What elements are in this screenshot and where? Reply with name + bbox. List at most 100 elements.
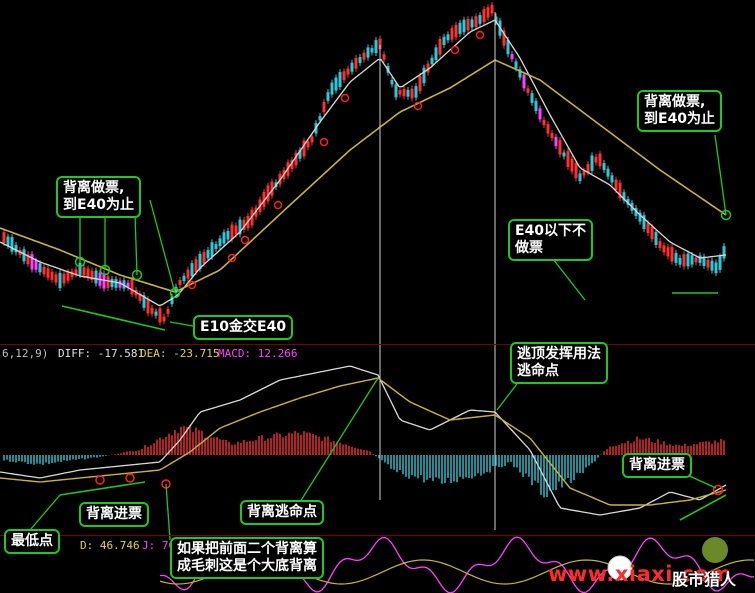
price-candle-body: [382, 54, 386, 60]
price-candle-body: [342, 71, 346, 81]
price-candle-body: [718, 256, 722, 270]
price-candle-body: [690, 255, 694, 265]
callout-pointer: [714, 134, 727, 216]
price-candle-body: [42, 266, 46, 275]
price-candle-body: [146, 298, 150, 314]
price-candle-body: [402, 88, 406, 97]
dea-label: DEA: -23.715: [140, 347, 220, 360]
price-candle-body: [58, 272, 62, 289]
price-candle-body: [714, 262, 718, 274]
callout-pointer: [29, 494, 61, 531]
price-candle-body: [678, 257, 682, 265]
price-candle-body: [218, 238, 222, 247]
price-candle-body: [86, 268, 90, 278]
price-marker: [340, 93, 350, 103]
price-candle-body: [682, 254, 686, 267]
price-candle-body: [14, 244, 18, 253]
price-candle-body: [522, 74, 526, 89]
price-candle-body: [454, 24, 458, 38]
price-candle-body: [466, 18, 470, 31]
price-candle-body: [546, 124, 550, 134]
macd-params-label: 6,12,9): [2, 347, 49, 360]
price-candle-body: [434, 47, 438, 61]
price-candle-body: [490, 4, 494, 14]
price-candle-body: [178, 279, 182, 286]
price-candle-body: [406, 89, 410, 97]
price-candle-body: [66, 271, 70, 281]
price-marker: [319, 137, 329, 147]
price-candle-body: [50, 271, 54, 280]
panel-separator-macd-kdj: [0, 535, 755, 536]
price-candle-body: [62, 273, 66, 284]
price-candle-body: [566, 151, 570, 168]
price-candle-body: [210, 242, 214, 257]
price-marker: [240, 235, 250, 245]
price-candle-body: [150, 307, 154, 314]
price-candle-body: [202, 251, 206, 264]
price-candle-body: [442, 36, 446, 45]
watermark-author: 股市猎人: [672, 570, 737, 589]
annotation-divergence-trade-right: 背离做票, 到E40为止: [637, 90, 723, 132]
price-candle-body: [462, 19, 466, 33]
price-candle-body: [38, 263, 42, 273]
price-candle-body: [614, 179, 618, 190]
price-candle-body: [374, 40, 378, 54]
price-candle-body: [698, 255, 702, 263]
price-marker: [475, 30, 485, 40]
price-candle-body: [430, 57, 434, 65]
macd-diff-line: [0, 365, 727, 516]
price-candle-body: [310, 136, 314, 143]
price-candle-body: [306, 141, 310, 148]
price-candle-body: [578, 173, 582, 182]
price-candle-body: [2, 232, 6, 243]
price-candle-body: [158, 308, 162, 323]
price-candle-body: [482, 9, 486, 23]
price-candle-body: [94, 270, 98, 284]
price-candle-body: [358, 57, 362, 64]
price-candle-body: [554, 136, 558, 147]
price-candle-body: [694, 257, 698, 263]
price-candle-body: [550, 133, 554, 139]
callout-pointer: [165, 483, 171, 541]
price-candle-body: [662, 245, 666, 253]
price-candle-body: [674, 252, 678, 263]
price-candle-body: [422, 67, 426, 84]
diff-label: DIFF: -17.581: [58, 347, 145, 360]
price-candle-body: [542, 119, 546, 126]
price-candle-body: [666, 247, 670, 257]
price-candle-body: [30, 254, 34, 270]
price-candle-body: [470, 19, 474, 28]
price-candle-body: [154, 311, 158, 316]
kdj-d-label: D: 46.746: [80, 539, 140, 552]
price-candle-body: [418, 75, 422, 92]
annotation-divergence-buy-right: 背离进票: [622, 453, 692, 478]
price-candle-body: [394, 84, 398, 98]
price-candle-body: [458, 22, 462, 34]
price-candle-body: [710, 260, 714, 271]
price-candle-body: [526, 88, 530, 93]
macd-dea-line: [0, 377, 727, 506]
price-candle-body: [390, 79, 394, 85]
price-candle-body: [78, 262, 82, 275]
price-candle-body: [510, 54, 514, 60]
price-candle-body: [562, 152, 566, 157]
price-candle-body: [530, 93, 534, 103]
annotation-divergence-escape-point: 背离逃命点: [240, 500, 324, 525]
price-candle-body: [338, 72, 342, 87]
price-candle-body: [438, 38, 442, 55]
price-candle-body: [354, 57, 358, 69]
price-candle-body: [6, 236, 10, 246]
price-divergence-trendline-left: [61, 305, 166, 331]
price-marker: [450, 45, 460, 55]
price-candle-body: [34, 260, 38, 270]
price-candle-body: [330, 82, 334, 95]
panel-separator-price-macd: [0, 344, 755, 345]
price-candle-body: [186, 269, 190, 279]
price-candle-body: [82, 267, 86, 276]
macd-marker: [95, 475, 105, 485]
callout-pointer: [496, 379, 521, 411]
annotation-divergence-trade-left: 背离做票, 到E40为止: [56, 176, 142, 218]
price-candle-body: [194, 259, 198, 273]
chart-root: 6,12,9) DIFF: -17.581 DEA: -23.715 MACD:…: [0, 0, 755, 593]
price-candle-body: [350, 62, 354, 72]
